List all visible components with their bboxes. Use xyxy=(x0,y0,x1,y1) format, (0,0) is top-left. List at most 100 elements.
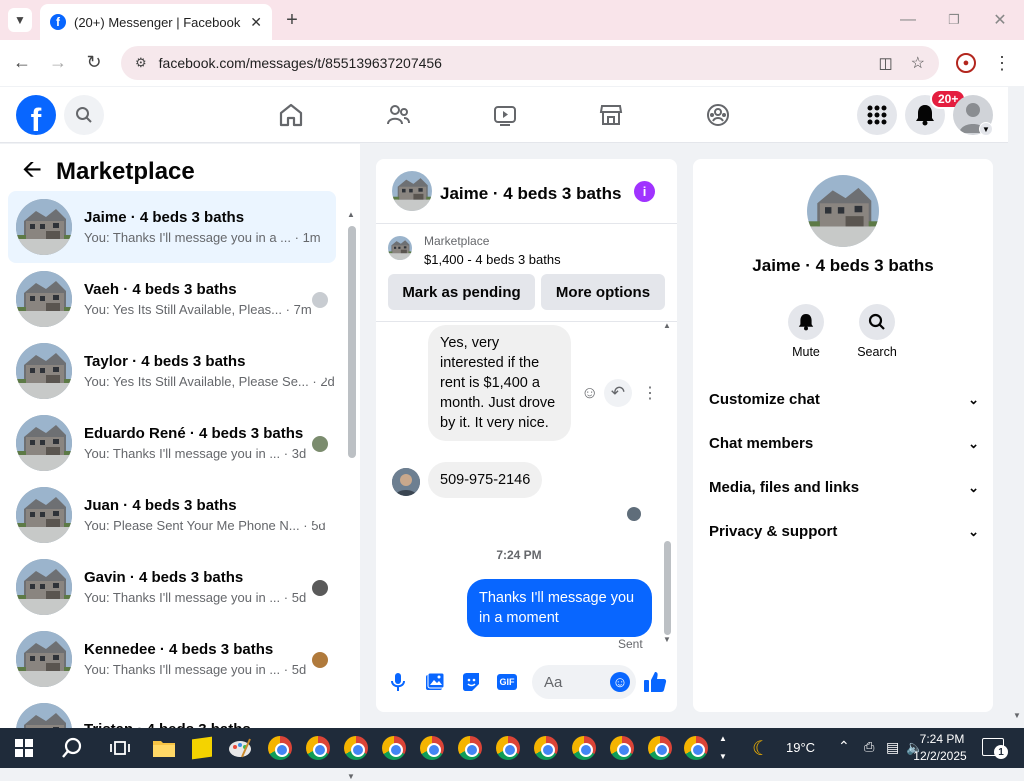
search-label[interactable]: Search xyxy=(847,345,907,359)
chat-header-avatar[interactable] xyxy=(392,171,432,211)
profile-icon[interactable]: ● xyxy=(956,53,976,73)
browser-tab[interactable]: f (20+) Messenger | Facebook ✕ xyxy=(40,4,272,40)
forward-button[interactable]: → xyxy=(46,50,70,74)
conversation-list-panel: 🡨 Marketplace Jaime · 4 beds 3 baths You:… xyxy=(0,144,360,781)
network-icon[interactable]: ▤ xyxy=(886,739,899,756)
sent-message-bubble[interactable]: Thanks I'll message you in a moment xyxy=(467,579,652,637)
react-emoji-icon[interactable]: ☺ xyxy=(581,383,598,403)
install-app-icon[interactable]: ◫ xyxy=(878,54,892,72)
chrome-taskbar-7[interactable] xyxy=(494,734,522,762)
like-button[interactable] xyxy=(642,668,668,696)
paint-button[interactable] xyxy=(226,734,254,762)
info-avatar[interactable] xyxy=(807,175,879,247)
info-icon[interactable]: i xyxy=(634,181,655,202)
conversation-item[interactable]: Juan · 4 beds 3 baths You: Please Sent Yo… xyxy=(8,479,336,551)
conversation-item[interactable]: Taylor · 4 beds 3 baths You: Yes Its Stil… xyxy=(8,335,336,407)
back-arrow-button[interactable]: 🡨 xyxy=(20,156,44,184)
chrome-taskbar-6[interactable] xyxy=(456,734,484,762)
chat-scrollbar-thumb[interactable] xyxy=(664,541,671,635)
listing-thumbnail xyxy=(16,415,72,471)
conversation-item[interactable]: Kennedee · 4 beds 3 baths You: Thanks I'l… xyxy=(8,623,336,695)
listing-thumbnail[interactable] xyxy=(388,236,412,260)
minimize-button[interactable]: — xyxy=(896,8,920,32)
sender-avatar[interactable] xyxy=(392,468,420,496)
mute-label[interactable]: Mute xyxy=(776,345,836,359)
account-chevron-icon[interactable]: ▼ xyxy=(979,122,993,136)
listing-thumbnail xyxy=(16,343,72,399)
list-scrollbar-thumb[interactable] xyxy=(348,226,356,458)
reply-icon[interactable]: ↶ xyxy=(604,379,632,407)
tab-search-button[interactable]: ▼ xyxy=(8,8,32,32)
clock-time[interactable]: 7:24 PM xyxy=(912,732,972,746)
meet-now-icon[interactable]: ⎙ xyxy=(864,739,874,755)
groups-tab[interactable] xyxy=(698,95,738,135)
conversation-item[interactable]: Eduardo René · 4 beds 3 baths You: Thanks… xyxy=(8,407,336,479)
task-view-button[interactable] xyxy=(106,734,134,762)
chat-scrollbar[interactable]: ▲ ▼ xyxy=(663,321,673,647)
sticker-button[interactable] xyxy=(460,670,482,694)
listing-detail[interactable]: $1,400 - 4 beds 3 baths xyxy=(424,252,561,267)
customize-chat-section[interactable]: Customize chat ⌄ xyxy=(709,391,979,408)
friends-tab[interactable] xyxy=(378,95,418,135)
chrome-taskbar-10[interactable] xyxy=(608,734,636,762)
chrome-taskbar-12[interactable] xyxy=(682,734,710,762)
marketplace-tab[interactable] xyxy=(591,95,631,135)
restore-button[interactable]: ❐ xyxy=(942,8,966,32)
list-scrollbar[interactable]: ▲ ▼ xyxy=(347,208,356,781)
privacy-support-section[interactable]: Privacy & support ⌄ xyxy=(709,523,979,540)
chrome-taskbar-8[interactable] xyxy=(532,734,560,762)
conversation-preview: You: Thanks I'll message you in ... xyxy=(84,590,281,605)
close-tab-icon[interactable]: ✕ xyxy=(250,14,262,31)
url-text[interactable]: facebook.com/messages/t/855139637207456 xyxy=(159,55,879,71)
conversation-time: · 7m xyxy=(285,302,312,317)
chrome-taskbar-9[interactable] xyxy=(570,734,598,762)
back-button[interactable]: ← xyxy=(10,50,34,74)
sticky-notes-button[interactable] xyxy=(188,734,216,762)
search-in-chat-button[interactable] xyxy=(859,304,895,340)
start-button[interactable] xyxy=(10,734,38,762)
received-message-bubble[interactable]: Yes, very interested if the rent is $1,4… xyxy=(428,325,571,441)
taskbar-search-button[interactable] xyxy=(58,734,86,762)
mute-button[interactable] xyxy=(788,304,824,340)
voice-clip-button[interactable] xyxy=(388,670,408,694)
chrome-taskbar-3[interactable] xyxy=(342,734,370,762)
show-hidden-icons-icon[interactable]: ⌃ xyxy=(838,738,850,755)
video-tab[interactable] xyxy=(485,95,525,135)
close-window-button[interactable]: ✕ xyxy=(988,8,1012,32)
chrome-taskbar-11[interactable] xyxy=(646,734,674,762)
conversation-item[interactable]: Gavin · 4 beds 3 baths You: Thanks I'll m… xyxy=(8,551,336,623)
mark-as-pending-button[interactable]: Mark as pending xyxy=(388,274,535,310)
gif-button[interactable]: GIF xyxy=(496,670,518,694)
menu-button[interactable] xyxy=(857,95,897,135)
chrome-taskbar-5[interactable] xyxy=(418,734,446,762)
home-tab[interactable] xyxy=(271,95,311,135)
facebook-logo[interactable]: f xyxy=(16,95,56,135)
message-input[interactable]: Aa ☺ xyxy=(532,665,636,699)
attach-photo-button[interactable] xyxy=(424,670,446,694)
taskbar-overflow-arrows[interactable]: ▲ ▼ xyxy=(716,730,730,766)
search-button[interactable] xyxy=(64,95,104,135)
emoji-picker-icon[interactable]: ☺ xyxy=(610,672,630,692)
reload-button[interactable]: ↻ xyxy=(82,50,106,74)
media-files-links-section[interactable]: Media, files and links ⌄ xyxy=(709,479,979,496)
chrome-taskbar-4[interactable] xyxy=(380,734,408,762)
chrome-taskbar-2[interactable] xyxy=(304,734,332,762)
chrome-icon xyxy=(496,736,520,760)
new-tab-button[interactable]: + xyxy=(280,8,304,32)
message-more-icon[interactable]: ⋮ xyxy=(642,383,658,403)
chat-title[interactable]: Jaime · 4 beds 3 baths xyxy=(440,184,621,204)
page-scrollbar[interactable]: ▼ xyxy=(1009,87,1024,728)
received-phone-bubble[interactable]: 509-975-2146 xyxy=(428,462,543,498)
chat-members-section[interactable]: Chat members ⌄ xyxy=(709,435,979,452)
more-options-button[interactable]: More options xyxy=(541,274,665,310)
site-info-icon[interactable]: ⚙ xyxy=(135,55,147,71)
weather-temp[interactable]: 19°C xyxy=(786,740,815,755)
conversation-item[interactable]: Jaime · 4 beds 3 baths You: Thanks I'll m… xyxy=(8,191,336,263)
chrome-taskbar-1[interactable] xyxy=(266,734,294,762)
browser-menu-icon[interactable]: ⋮ xyxy=(992,52,1012,74)
file-explorer-button[interactable] xyxy=(150,734,178,762)
clock-date[interactable]: 12/2/2025 xyxy=(908,749,972,763)
bookmark-star-icon[interactable]: ☆ xyxy=(911,53,925,73)
address-bar[interactable]: ⚙ facebook.com/messages/t/85513963720745… xyxy=(121,46,939,80)
conversation-item[interactable]: Vaeh · 4 beds 3 baths You: Yes Its Still … xyxy=(8,263,336,335)
